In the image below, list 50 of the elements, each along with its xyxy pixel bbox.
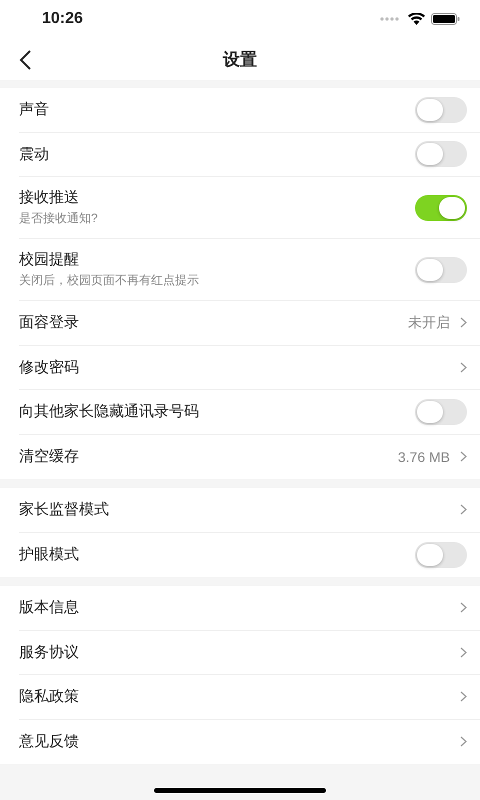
settings-row[interactable]: 隐私政策 <box>19 675 480 720</box>
chevron-icon <box>460 317 467 328</box>
battery-icon <box>431 13 460 25</box>
chevron-icon <box>460 602 467 614</box>
wifi-icon <box>408 13 425 25</box>
row-label: 意见反馈 <box>19 732 79 752</box>
settings-row[interactable]: 修改密码 <box>19 346 480 390</box>
settings-row[interactable]: 清空缓存 3.76 MB <box>19 434 480 479</box>
chevron-icon <box>460 691 467 702</box>
row-label: 家长监督模式 <box>19 500 109 520</box>
toggle-switch[interactable] <box>415 542 467 568</box>
row-label: 震动 <box>19 144 49 164</box>
row-label: 护眼模式 <box>19 545 79 564</box>
settings-row[interactable]: 校园提醒 关闭后，校园页面不再有红点提示 <box>19 239 480 301</box>
row-label: 隐私政策 <box>19 687 79 706</box>
page-title: 设置 <box>223 48 257 70</box>
toggle-switch[interactable] <box>415 96 467 123</box>
settings-row[interactable]: 声音 <box>19 88 480 132</box>
chevron-icon <box>460 504 467 516</box>
row-value: 3.76 MB <box>398 448 450 465</box>
settings-row[interactable]: 服务协议 <box>19 630 480 675</box>
row-subtitle: 是否接收通知? <box>19 210 98 227</box>
toggle-switch[interactable] <box>415 398 467 425</box>
settings-row[interactable]: 面容登录 未开启 <box>19 301 480 346</box>
toggle-switch[interactable] <box>415 256 467 282</box>
chevron-icon <box>460 362 467 373</box>
settings-row[interactable]: 向其他家长隐藏通讯录号码 <box>19 390 480 434</box>
row-subtitle: 关闭后，校园页面不再有红点提示 <box>19 272 199 289</box>
settings-row[interactable]: 意见反馈 <box>19 720 480 764</box>
chevron-icon <box>460 451 467 462</box>
row-label: 修改密码 <box>19 358 79 377</box>
row-label: 校园提醒 <box>19 250 80 269</box>
chevron-icon <box>460 646 467 658</box>
status-time: 10:26 <box>42 10 83 28</box>
settings-row[interactable]: 接收推送 是否接收通知? <box>19 177 480 239</box>
row-label: 向其他家长隐藏通讯录号码 <box>19 402 199 422</box>
row-label: 接收推送 <box>19 188 80 207</box>
settings-row[interactable]: 护眼模式 <box>19 532 480 577</box>
chevron-icon <box>460 736 467 748</box>
row-value: 未开启 <box>408 314 450 332</box>
row-label: 面容登录 <box>19 313 79 332</box>
row-label: 版本信息 <box>19 598 79 618</box>
settings-row[interactable]: 震动 <box>19 132 480 177</box>
row-label: 服务协议 <box>19 642 79 662</box>
row-label: 清空缓存 <box>19 447 79 466</box>
toggle-switch[interactable] <box>415 194 467 220</box>
toggle-switch[interactable] <box>415 141 467 168</box>
row-label: 声音 <box>19 100 49 120</box>
settings-row[interactable]: 家长监督模式 <box>19 488 480 532</box>
settings-row[interactable]: 版本信息 <box>19 586 480 630</box>
